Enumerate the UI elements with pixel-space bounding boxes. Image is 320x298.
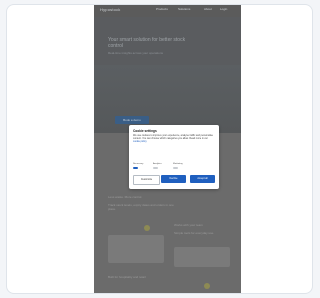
illustration-workspace (174, 247, 230, 267)
hero-subtitle: Real-time insights across your operation… (108, 51, 164, 55)
section-heading-1: Less waste. More control. (108, 195, 143, 199)
decline-button[interactable]: Decline (161, 175, 186, 183)
section-heading-2: Works with your team (174, 223, 203, 227)
necessary-toggle[interactable] (133, 167, 138, 170)
marketing-toggle[interactable] (173, 167, 178, 170)
dialog-title: Cookie settings (133, 129, 157, 133)
section-body-2: Simple tools for everyday use. (174, 231, 215, 235)
nav-link-login[interactable]: Login (220, 7, 227, 11)
cookie-policy-link[interactable]: cookie policy (133, 140, 147, 143)
illustration-people (108, 235, 164, 263)
accent-dot-2 (204, 283, 210, 289)
nav-link-solutions[interactable]: Solutions (178, 7, 190, 11)
accent-dot (144, 225, 150, 231)
pref-label-necessary: Necessary (133, 163, 144, 165)
nav-link-products[interactable]: Products (156, 7, 168, 11)
section-heading-3: Built for hospitality and retail (108, 275, 146, 279)
preferences-row: Necessary Analytics Marketing (133, 163, 215, 171)
nav-link-about[interactable]: About (204, 7, 212, 11)
hero-section: Your smart solution for better stock con… (94, 17, 241, 133)
cookie-consent-dialog: Cookie settings We use cookies to improv… (129, 125, 219, 189)
site-logo[interactable]: Hypostock (100, 7, 120, 12)
book-demo-label: Book a demo (123, 118, 141, 122)
analytics-toggle[interactable] (153, 167, 158, 170)
preview-card: Hypostock Products Solutions About Login… (6, 4, 313, 294)
pref-label-analytics: Analytics (153, 163, 162, 165)
top-navigation-bar: Hypostock Products Solutions About Login (94, 5, 241, 17)
dialog-body-text: We use cookies to improve your experienc… (133, 134, 213, 141)
dialog-body: We use cookies to improve your experienc… (133, 134, 215, 144)
customize-button[interactable]: Customize (133, 175, 160, 185)
section-body-1: Track stock levels, expiry dates and ord… (108, 203, 174, 211)
pref-label-marketing: Marketing (173, 163, 183, 165)
hero-title: Your smart solution for better stock con… (108, 37, 186, 49)
accept-all-button[interactable]: Accept all (190, 175, 215, 183)
book-demo-button[interactable]: Book a demo (115, 116, 149, 124)
